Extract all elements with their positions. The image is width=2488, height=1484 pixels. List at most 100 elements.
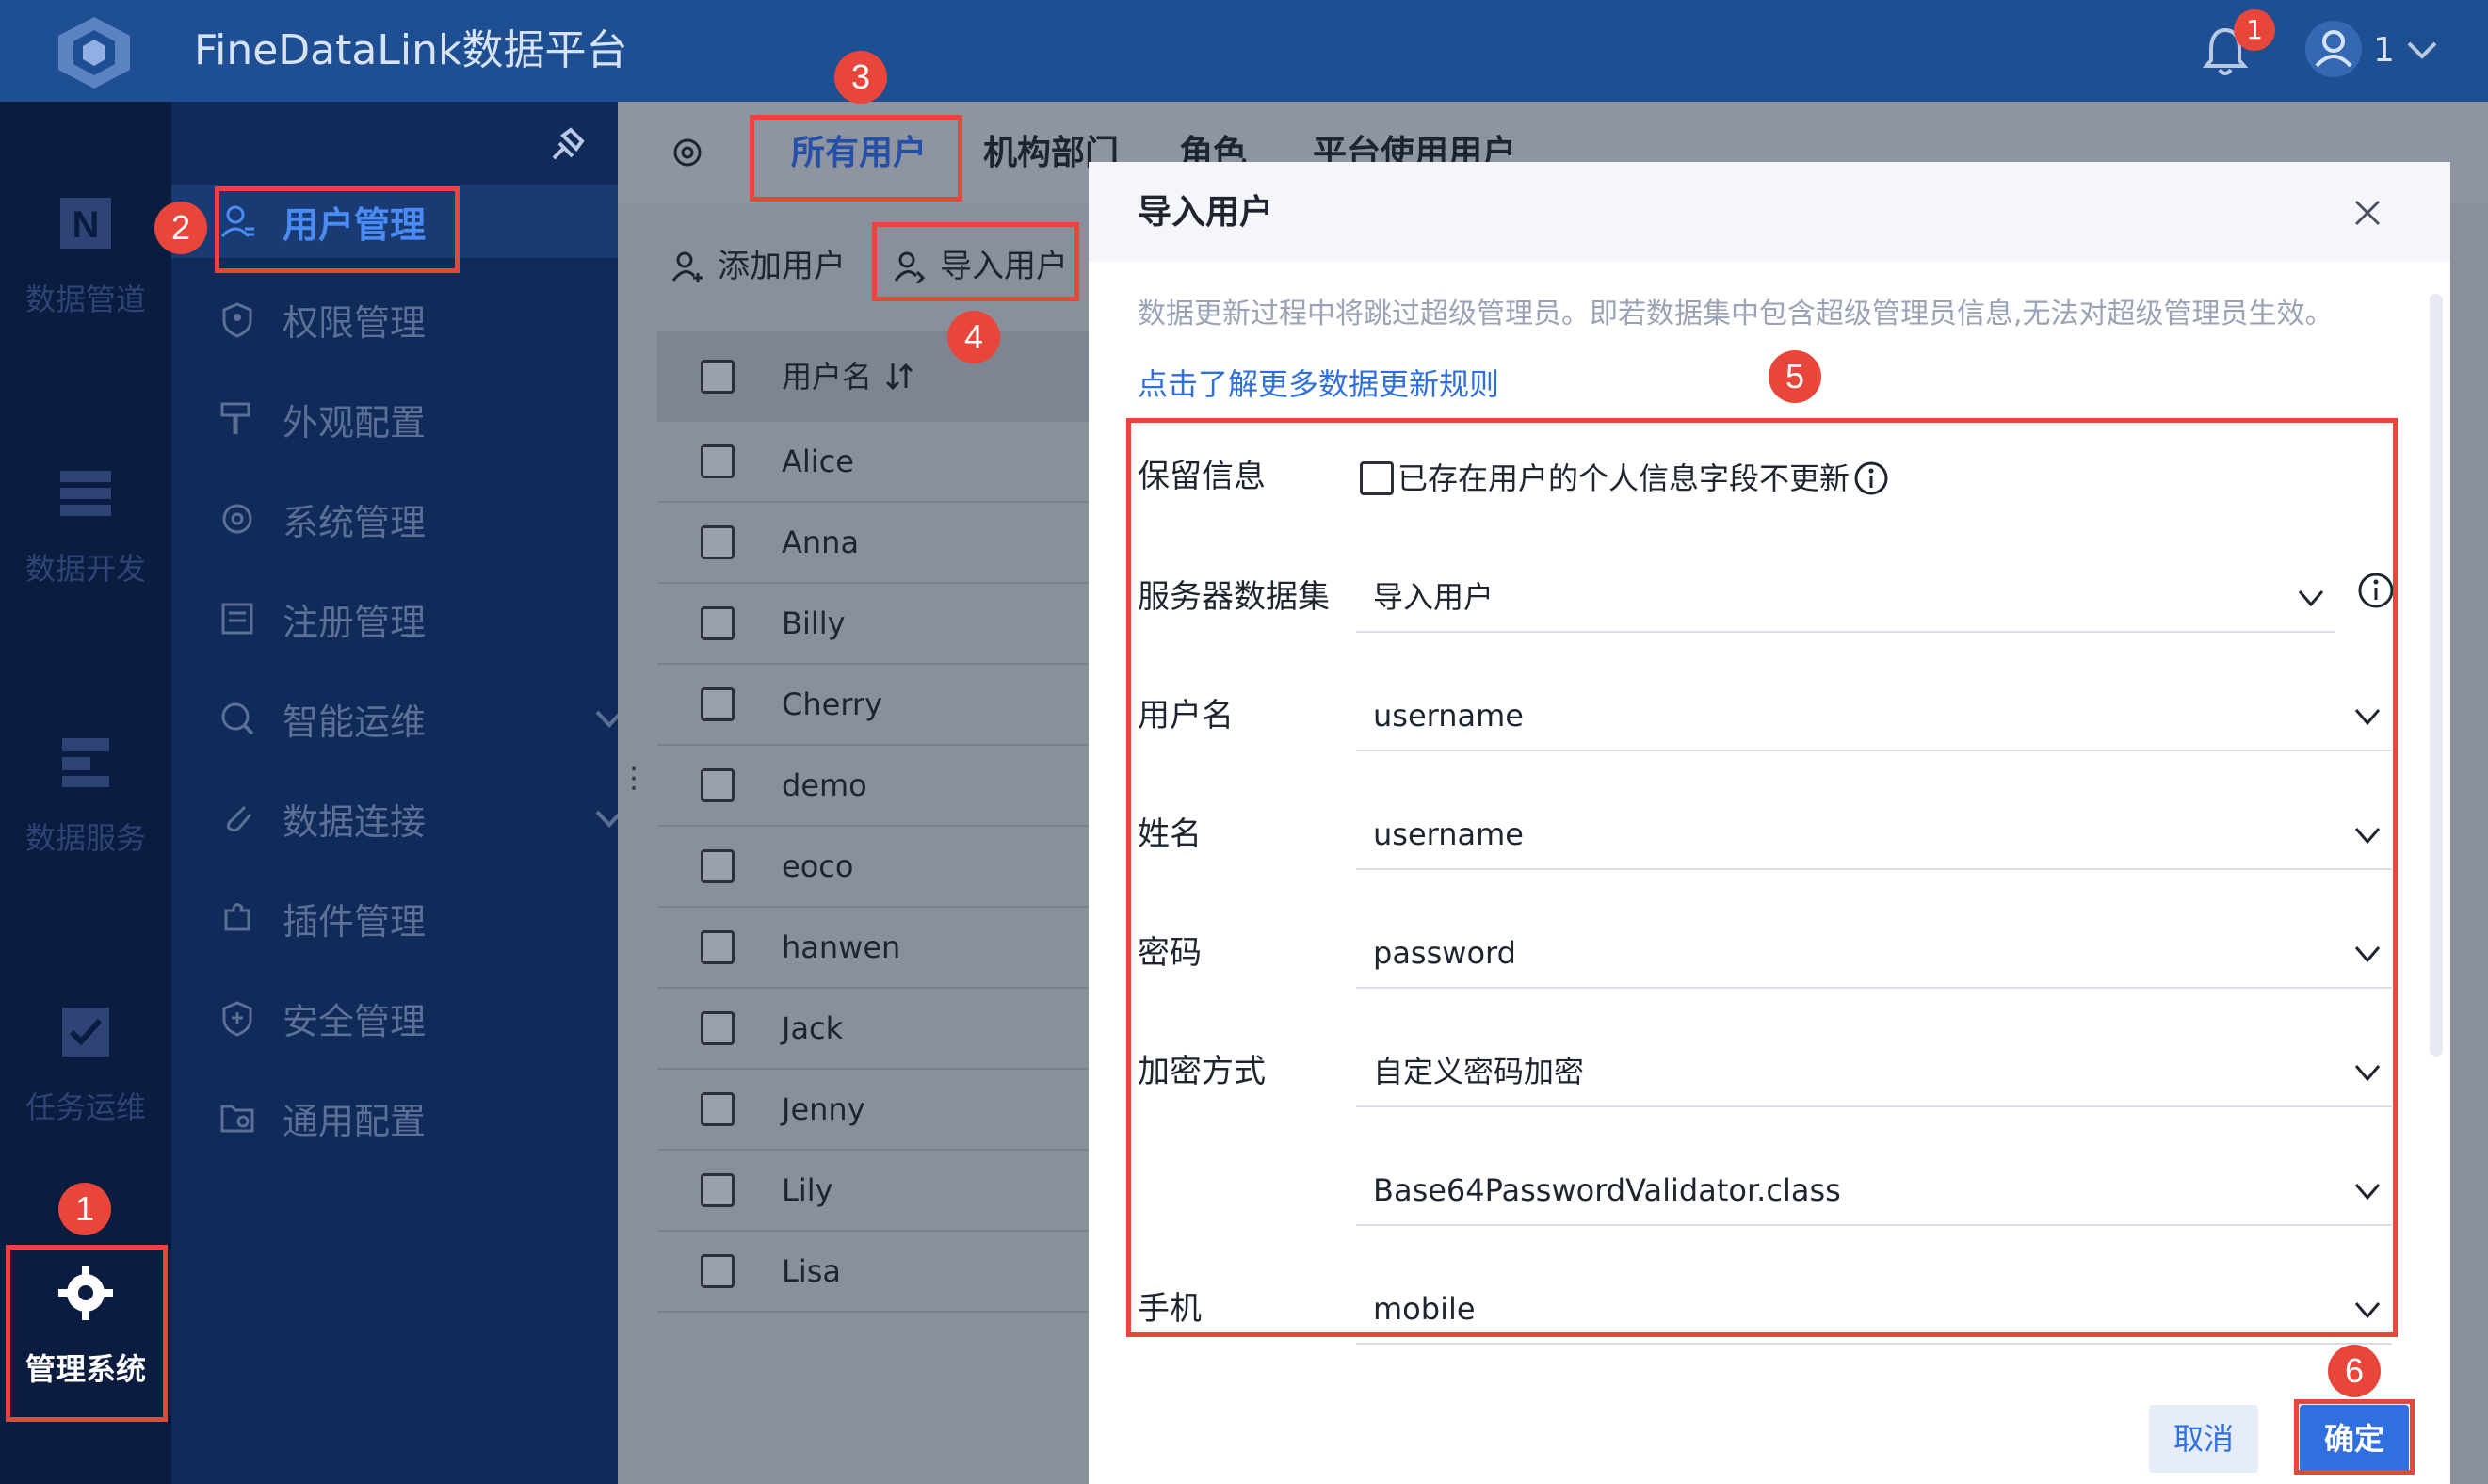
table-row[interactable]: Billy [657, 584, 1091, 665]
row-checkbox[interactable] [701, 930, 735, 964]
dialog-header: 导入用户 [1089, 162, 2450, 262]
table-row[interactable]: Jenny [657, 1070, 1091, 1151]
user-avatar-icon [2315, 30, 2352, 68]
step-marker: 4 [947, 311, 1000, 363]
table-row[interactable]: Anna [657, 503, 1091, 584]
nav-item-service[interactable]: 数据服务 [0, 731, 171, 857]
highlight-box-form [1126, 418, 2398, 1337]
chevron-down-icon[interactable] [2405, 36, 2439, 64]
cell-username: Cherry [782, 686, 882, 722]
menu-item-system[interactable]: 系统管理 [218, 486, 426, 552]
pipeline-icon: N [60, 198, 111, 249]
menu-label: 智能运维 [283, 701, 427, 743]
menu-label: 权限管理 [283, 301, 427, 344]
register-icon [221, 603, 253, 635]
menu-label: 安全管理 [283, 1000, 427, 1042]
select-all-checkbox[interactable] [701, 360, 735, 394]
security-icon [222, 1001, 252, 1037]
row-checkbox[interactable] [701, 849, 735, 883]
menu-item-connection[interactable]: 数据连接 [218, 785, 625, 851]
menu-label: 注册管理 [283, 601, 427, 643]
row-checkbox[interactable] [701, 1092, 735, 1126]
table-row[interactable]: demo [657, 746, 1091, 827]
table-row[interactable]: Lisa [657, 1232, 1091, 1313]
ops-icon [221, 702, 254, 735]
svg-text:N: N [73, 204, 100, 246]
row-checkbox[interactable] [701, 687, 735, 721]
nav-item-task[interactable]: 任务运维 [0, 1000, 171, 1126]
cell-username: eoco [782, 848, 854, 884]
step-marker: 5 [1769, 350, 1821, 403]
fdl-logo-icon [58, 17, 130, 89]
step-marker: 1 [58, 1183, 111, 1235]
menu-item-ops[interactable]: 智能运维 [218, 686, 625, 751]
update-rules-link[interactable]: 点击了解更多数据更新规则 [1138, 363, 1499, 405]
table-header: 用户名 [657, 331, 1091, 422]
highlight-box-admin [6, 1245, 168, 1422]
step-marker: 6 [2328, 1345, 2381, 1397]
resize-handle[interactable]: ⋮ [620, 765, 648, 810]
user-name[interactable]: 1 [2373, 28, 2395, 73]
update-notice: 数据更新过程中将跳过超级管理员。即若数据集中包含超级管理员信息,无法对超级管理员… [1138, 298, 2334, 331]
menu-item-permission[interactable]: 权限管理 [218, 286, 426, 352]
nav-label: 数据服务 [24, 820, 146, 856]
avatar[interactable] [2305, 21, 2362, 77]
table-row[interactable]: Alice [657, 422, 1091, 503]
app-title: FineDataLink数据平台 [194, 26, 628, 74]
dialog-scrollbar[interactable] [2430, 294, 2443, 1057]
nav-item-dev[interactable]: 数据开发 [0, 461, 171, 588]
add-user-button[interactable]: 添加用户 [670, 245, 846, 288]
appearance-icon [220, 402, 250, 434]
permission-icon [222, 302, 252, 338]
connection-icon [226, 805, 252, 832]
cell-username: demo [782, 767, 867, 803]
menu-item-security[interactable]: 安全管理 [218, 985, 426, 1051]
cell-username: Lisa [782, 1253, 841, 1289]
menu-item-appearance[interactable]: 外观配置 [218, 386, 426, 452]
menu-label: 通用配置 [283, 1100, 427, 1142]
table-row[interactable]: Jack [657, 989, 1091, 1070]
row-checkbox[interactable] [701, 1011, 735, 1045]
highlight-box-all-users-tab [750, 115, 962, 202]
nav-item-pipeline[interactable]: N 数据管道 [0, 192, 171, 318]
dialog-title: 导入用户 [1138, 193, 1274, 232]
nav-label: 数据管道 [24, 282, 146, 317]
task-icon [62, 1008, 109, 1057]
table-row[interactable]: Cherry [657, 665, 1091, 746]
table-row[interactable]: eoco [657, 827, 1091, 908]
menu-item-register[interactable]: 注册管理 [218, 586, 426, 652]
cancel-button[interactable]: 取消 [2149, 1405, 2258, 1473]
sort-icon[interactable] [885, 360, 915, 394]
step-marker: 3 [834, 51, 887, 104]
close-icon[interactable] [2351, 196, 2384, 230]
cell-username: hanwen [782, 929, 901, 965]
add-user-icon [671, 251, 703, 282]
row-checkbox[interactable] [701, 606, 735, 640]
top-bar: FineDataLink数据平台 1 1 [0, 0, 2488, 102]
plugin-icon [224, 903, 250, 931]
menu-label: 外观配置 [283, 401, 427, 444]
table-row[interactable]: Lily [657, 1151, 1091, 1232]
highlight-box-user-management [215, 186, 460, 273]
dev-icon [60, 471, 111, 516]
nav-label: 任务运维 [24, 1089, 146, 1125]
menu-item-plugin[interactable]: 插件管理 [218, 885, 426, 951]
row-checkbox[interactable] [701, 444, 735, 478]
menu-item-config[interactable]: 通用配置 [218, 1085, 426, 1151]
menu-label: 插件管理 [283, 900, 427, 943]
menu-label: 数据连接 [283, 800, 427, 843]
row-checkbox[interactable] [701, 768, 735, 802]
system-icon [222, 504, 252, 534]
settings-gear-icon[interactable] [669, 134, 706, 171]
row-checkbox[interactable] [701, 525, 735, 559]
step-marker: 2 [154, 202, 207, 254]
cell-username: Alice [782, 444, 854, 479]
table-row[interactable]: hanwen [657, 908, 1091, 989]
row-checkbox[interactable] [701, 1254, 735, 1288]
menu-label: 系统管理 [283, 501, 427, 543]
row-checkbox[interactable] [701, 1173, 735, 1207]
column-username: 用户名 [782, 359, 873, 395]
pin-icon[interactable] [548, 122, 590, 164]
service-icon [62, 738, 109, 787]
cell-username: Lily [782, 1172, 833, 1208]
